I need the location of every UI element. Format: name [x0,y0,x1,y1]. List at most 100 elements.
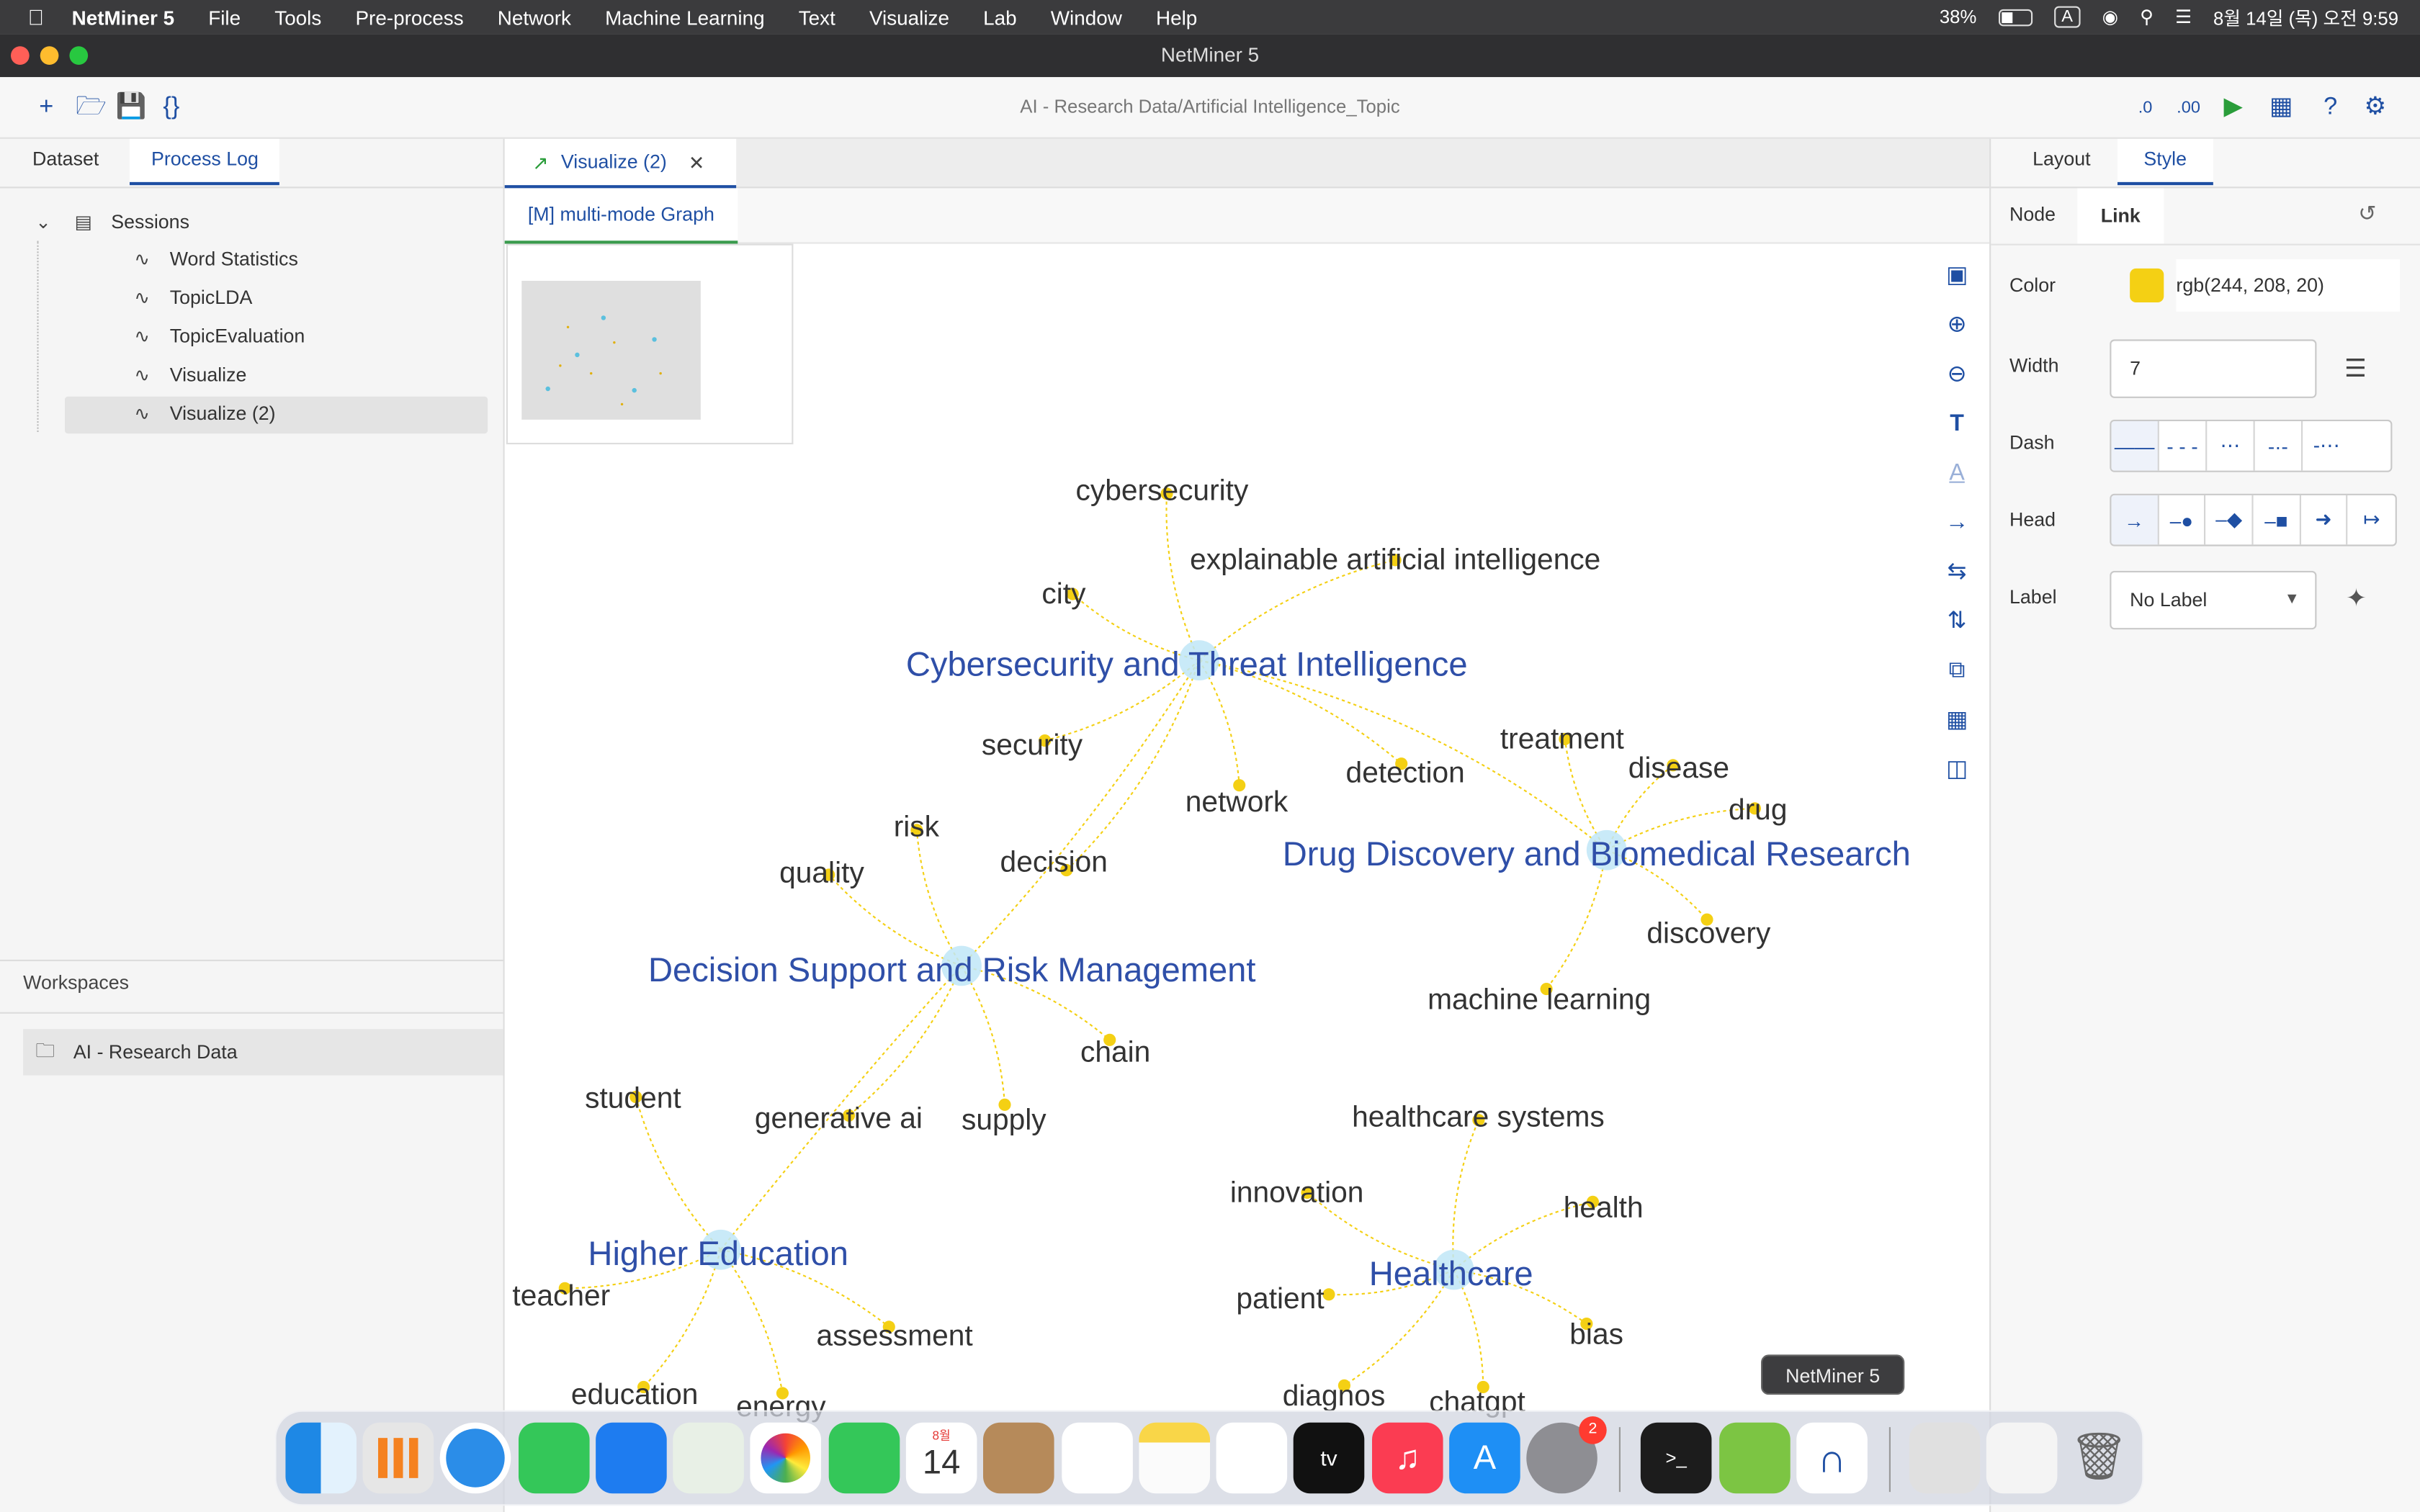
session-item-topicevaluation[interactable]: ∿ TopicEvaluation [130,318,305,354]
menu-lab[interactable]: Lab [983,6,1017,29]
workspace-item[interactable]: 🗀 AI - Research Data [23,1029,503,1076]
graph-edge[interactable] [635,1097,722,1251]
tab-process-log[interactable]: Process Log [130,138,280,186]
wifi-icon[interactable]: ◉ [2102,6,2118,28]
finder-icon[interactable] [285,1422,357,1494]
facetime-icon[interactable] [828,1422,900,1494]
clock[interactable]: 8월 14일 (목) 오전 9:59 [2213,4,2398,30]
tab-multimode-graph[interactable]: [M] multi-mode Graph [504,188,738,244]
menu-help[interactable]: Help [1156,6,1197,29]
chevron-down-icon[interactable]: ⌄ [31,204,55,240]
tree-sessions[interactable]: ⌄ ▤ Sessions [31,204,189,240]
decrease-decimal-icon[interactable]: .0 [2130,93,2161,124]
notes-icon[interactable] [1139,1422,1210,1494]
zoom-window-button[interactable] [69,46,89,65]
camtasia-icon[interactable] [1719,1422,1791,1494]
graph-edge[interactable] [915,829,962,966]
dash-dashed-option[interactable]: - - - [2159,421,2208,471]
head-square-option[interactable]: ‒■ [2254,495,2301,545]
swap-horizontal-icon[interactable]: ⇆ [1940,555,1974,589]
safari-icon[interactable] [439,1422,511,1494]
head-open-arrow-option[interactable]: ➜ [2300,495,2349,545]
apple-tv-icon[interactable]: tv [1293,1422,1365,1494]
menu-preprocess[interactable]: Pre-process [355,6,463,29]
menu-file[interactable]: File [208,6,241,29]
terminal-icon[interactable]: >_ [1640,1422,1712,1494]
color-value[interactable]: rgb(244, 208, 20) [2176,259,2401,312]
app-menu[interactable]: NetMiner 5 [72,6,174,29]
width-input[interactable]: 7 [2110,339,2317,398]
app-store-icon[interactable]: A [1449,1422,1520,1494]
dash-solid-option[interactable]: —— [2111,421,2159,471]
text-tool-icon[interactable]: T [1940,408,1974,441]
head-arrow-option[interactable]: → [2111,495,2159,545]
session-item-topiclda[interactable]: ∿ TopicLDA [130,279,252,316]
subtab-link[interactable]: Link [2077,188,2164,244]
script-braces-icon[interactable]: {} [156,93,187,124]
help-icon[interactable]: ? [2315,93,2346,124]
menu-visualize[interactable]: Visualize [869,6,949,29]
map-icon[interactable]: ◫ [1940,753,1974,787]
netminer-icon[interactable]: ∩ [1796,1422,1868,1494]
control-center-icon[interactable]: ☰ [2175,6,2192,28]
arrow-right-icon[interactable]: → [1940,506,1974,540]
contacts-icon[interactable] [983,1422,1054,1494]
menu-network[interactable]: Network [498,6,571,29]
system-settings-icon[interactable]: 2 [1526,1416,1607,1494]
grid-layout-icon[interactable]: ▦ [2266,93,2297,124]
music-icon[interactable]: ♫ [1372,1422,1443,1494]
network-graph[interactable]: cybersecurity explainable artificial inte… [505,243,1989,1512]
apple-icon[interactable]:  [28,4,45,29]
increase-decimal-icon[interactable]: .00 [2173,93,2204,124]
tab-style[interactable]: Style [2118,138,2213,186]
reset-icon[interactable]: ↺ [2358,201,2376,227]
freeform-icon[interactable] [1216,1422,1288,1494]
calendar-icon[interactable]: 8월 14 [905,1422,977,1494]
run-play-icon[interactable]: ▶ [2218,93,2249,124]
minimap-viewport[interactable] [521,281,701,420]
close-tab-icon[interactable]: ✕ [689,150,704,174]
save-icon[interactable]: 💾 [116,93,147,124]
copy-icon[interactable]: ⧉ [1940,654,1974,688]
battery-icon[interactable] [1998,8,2033,26]
dash-dotted-option[interactable]: ⋯ [2207,421,2255,471]
minimap[interactable] [506,243,794,445]
mail-icon[interactable] [596,1422,667,1494]
session-item-visualize-2[interactable]: ∿ Visualize (2) [130,395,275,432]
label-select[interactable]: No Label ▼ [2110,570,2317,630]
dash-dashdot-option[interactable]: -·- [2255,421,2303,471]
launchpad-icon[interactable] [362,1422,434,1494]
color-swatch[interactable] [2130,268,2164,302]
menu-window[interactable]: Window [1051,6,1122,29]
magic-wand-icon[interactable]: ✦ [2346,583,2367,614]
line-width-menu-icon[interactable]: ☰ [2344,354,2367,384]
session-item-word-statistics[interactable]: ∿ Word Statistics [130,240,297,277]
close-window-button[interactable] [11,46,30,65]
image-export-icon[interactable]: ▦ [1940,703,1974,737]
tab-dataset[interactable]: Dataset [11,139,120,185]
trash-icon[interactable]: 🗑 [2063,1423,2135,1494]
tab-layout[interactable]: Layout [2011,139,2112,185]
font-color-icon[interactable]: A [1940,456,1974,490]
reminders-icon[interactable] [1062,1422,1133,1494]
session-item-visualize[interactable]: ∿ Visualize [130,356,246,393]
graph-edge[interactable] [1165,493,1200,661]
head-diamond-option[interactable]: ‒◆ [2206,495,2254,545]
spotlight-icon[interactable]: ⚲ [2140,6,2154,28]
dash-longdash-option[interactable]: -⋯ [2303,421,2350,471]
document-stack-icon[interactable] [1909,1422,1981,1494]
menu-machine-learning[interactable]: Machine Learning [605,6,764,29]
subtab-node[interactable]: Node [2009,204,2056,225]
head-bar-arrow-option[interactable]: ↦ [2348,495,2396,545]
photos-icon[interactable] [750,1422,821,1494]
open-folder-icon[interactable]: 🗁 [76,93,107,124]
swap-vertical-icon[interactable]: ⇅ [1940,605,1974,639]
tab-visualize-2[interactable]: ↗ Visualize (2) ✕ [504,138,737,189]
graph-edge[interactable] [961,660,1200,967]
zoom-in-icon[interactable]: ⊕ [1940,309,1974,343]
settings-gear-icon[interactable]: ⚙ [2360,93,2390,124]
new-icon[interactable]: + [31,93,62,124]
word-node[interactable] [1322,1288,1335,1301]
minimize-window-button[interactable] [40,46,59,65]
menu-tools[interactable]: Tools [274,6,321,29]
